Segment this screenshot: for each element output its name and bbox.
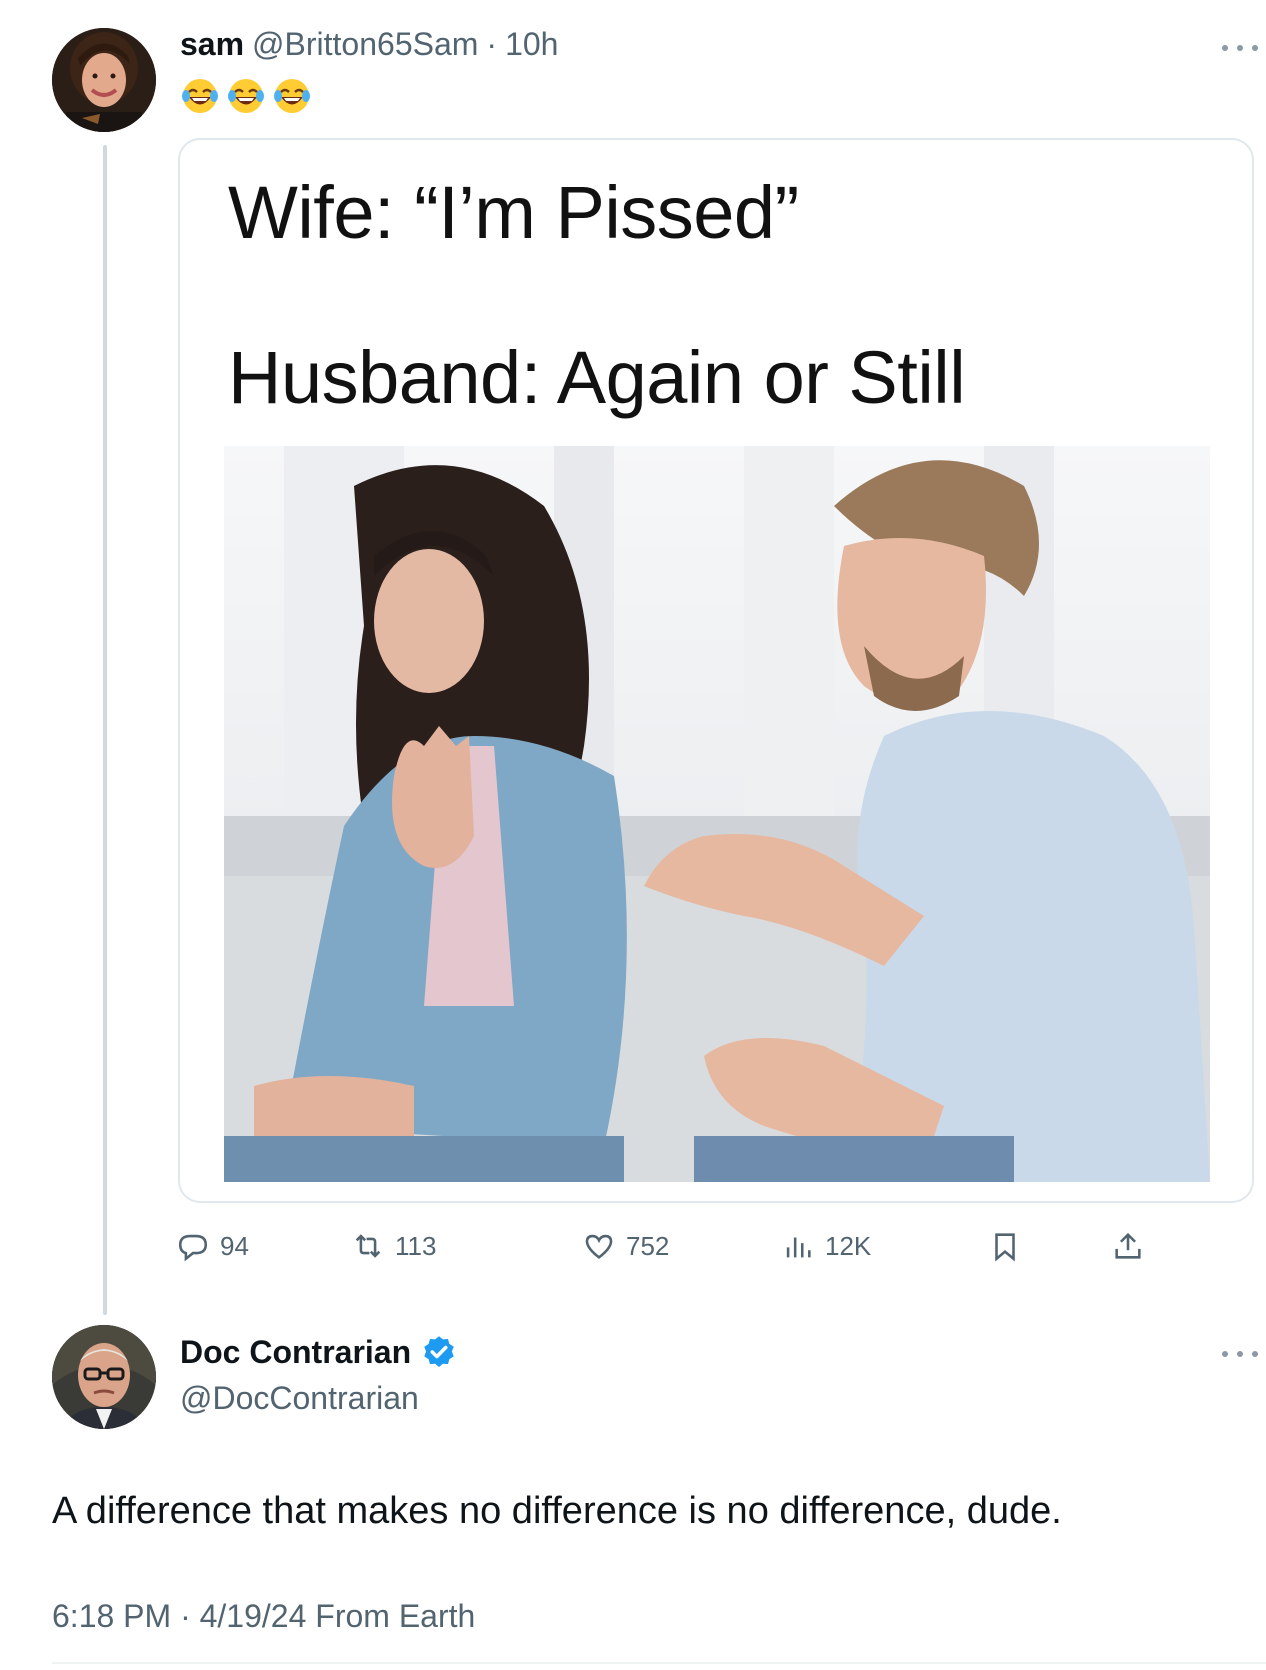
tweet-text (180, 76, 312, 116)
separator-dot: · (486, 26, 498, 62)
user-handle[interactable]: @DocContrarian (180, 1380, 419, 1417)
avatar-photo (52, 28, 156, 132)
reply-text: A difference that makes no difference is… (52, 1490, 1062, 1532)
reply-icon (178, 1234, 208, 1262)
reply-button[interactable]: 94 (176, 1224, 249, 1268)
thread-connector-line (103, 145, 107, 1315)
like-count: 752 (626, 1230, 670, 1261)
verified-badge-icon[interactable] (421, 1334, 457, 1370)
share-icon (1115, 1232, 1141, 1259)
user-handle[interactable]: @Britton65Sam (252, 26, 478, 63)
more-options-icon[interactable] (1222, 1348, 1258, 1360)
tweet-action-bar: 94 113 752 12K (176, 1224, 1166, 1268)
reply-count: 94 (220, 1230, 249, 1261)
analytics-icon (786, 1237, 811, 1258)
retweet-icon (355, 1234, 381, 1258)
meme-caption-line-1: Wife: “I’m Pissed” (228, 171, 799, 254)
more-options-icon[interactable] (1222, 42, 1258, 54)
avatar[interactable] (52, 28, 156, 132)
laughing-tears-emoji-icon (182, 79, 218, 113)
tweet-thread: sam @Britton65Sam · 10h Wife: “I’m Pisse… (0, 0, 1266, 1670)
avatar[interactable] (52, 1325, 156, 1429)
divider (52, 1662, 1266, 1664)
meme-caption-line-2: Husband: Again or Still (228, 336, 966, 419)
view-count: 12K (825, 1230, 872, 1261)
like-button[interactable]: 752 (582, 1224, 669, 1268)
laughing-tears-emoji-icon (274, 79, 310, 113)
bookmark-button[interactable] (988, 1224, 1022, 1268)
reply-author: Doc Contrarian (180, 1330, 457, 1374)
display-name[interactable]: Doc Contrarian (180, 1334, 411, 1371)
tweet-timestamp-meta[interactable]: 6:18 PM · 4/19/24 From Earth (52, 1598, 475, 1635)
display-name[interactable]: sam (180, 26, 244, 63)
timestamp[interactable]: 10h (505, 26, 558, 63)
laughing-tears-emoji-icon (228, 79, 264, 113)
bookmark-icon (995, 1233, 1015, 1262)
views-button[interactable]: 12K (781, 1224, 871, 1268)
heart-icon (585, 1234, 613, 1259)
retweet-count: 113 (395, 1230, 437, 1261)
avatar-photo (52, 1325, 156, 1429)
meme-photo (224, 446, 1210, 1182)
retweet-button[interactable]: 113 (351, 1224, 436, 1268)
tweet-media-image[interactable]: Wife: “I’m Pissed” Husband: Again or Sti… (178, 138, 1254, 1203)
tweet-header: sam @Britton65Sam · 10h (180, 26, 558, 66)
share-button[interactable] (1111, 1224, 1145, 1268)
